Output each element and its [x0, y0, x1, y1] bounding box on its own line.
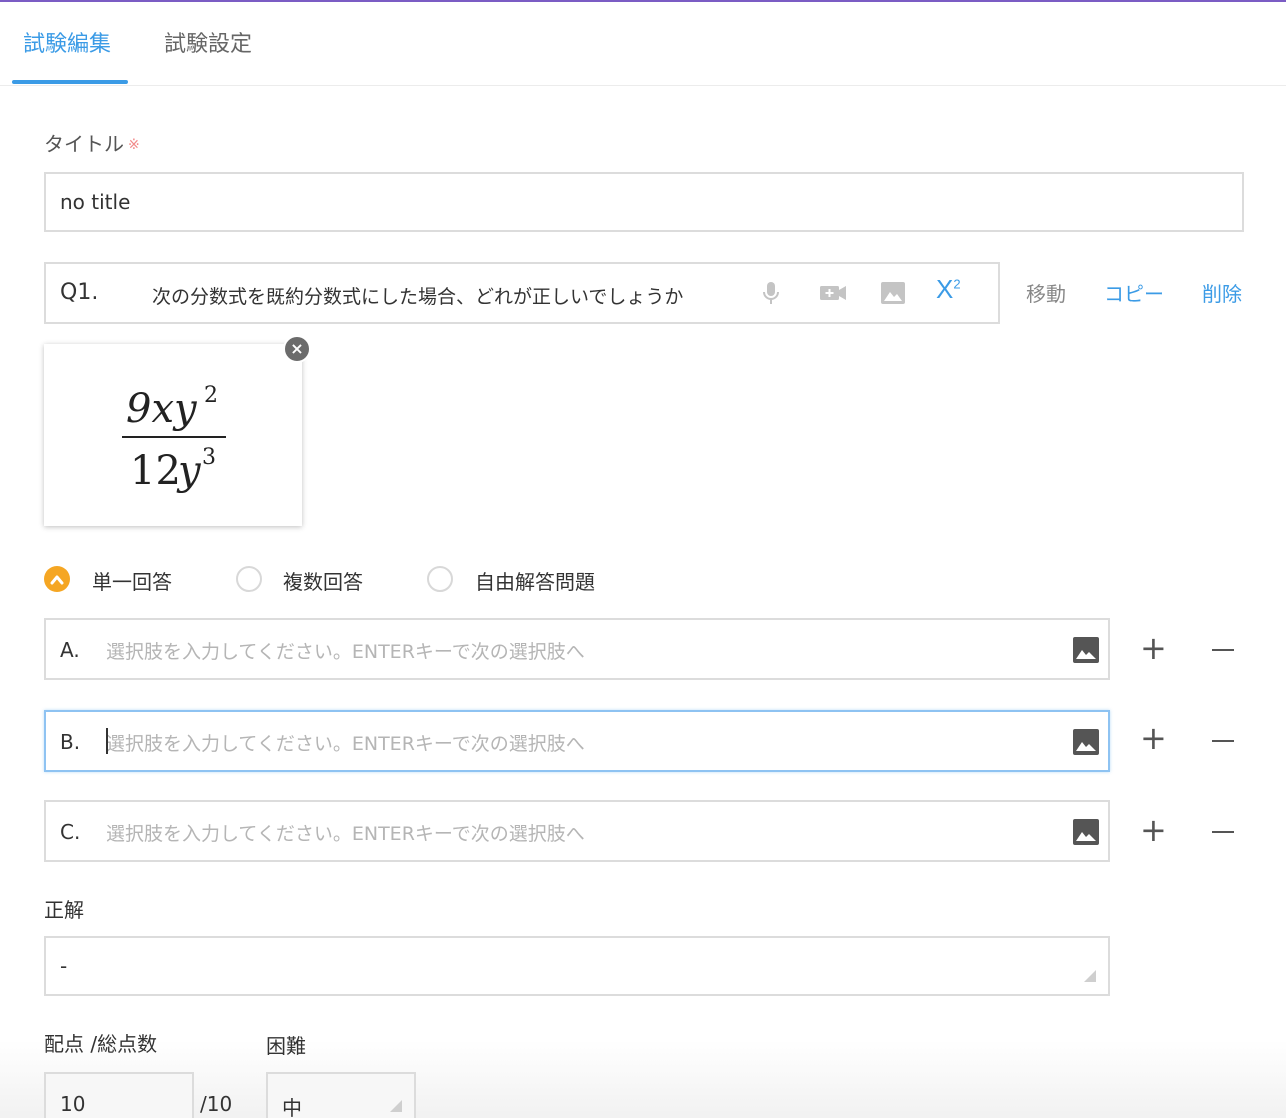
title-input[interactable]: no title: [44, 172, 1244, 232]
dropdown-corner-icon: [390, 1100, 402, 1112]
tab-bar: 試験編集 試験設定: [0, 2, 1286, 86]
option-placeholder: 選択肢を入力してください。ENTERキーで次の選択肢へ: [106, 733, 585, 755]
difficulty-label: 困難: [266, 1034, 306, 1058]
option-placeholder: 選択肢を入力してください。ENTERキーで次の選択肢へ: [106, 823, 585, 845]
option-letter: A.: [60, 638, 80, 662]
option-input-b[interactable]: B. 選択肢を入力してください。ENTERキーで次の選択肢へ: [44, 710, 1110, 772]
dropdown-corner-icon: [1084, 970, 1096, 982]
radio-label-single[interactable]: 単一回答: [92, 566, 172, 595]
option-input-a[interactable]: A. 選択肢を入力してください。ENTERキーで次の選択肢へ: [44, 618, 1110, 680]
add-option-button[interactable]: +: [1140, 814, 1167, 846]
radio-label-free[interactable]: 自由解答問題: [475, 566, 595, 595]
question-text[interactable]: 次の分数式を既約分数式にした場合、どれが正しいでしょうか: [152, 282, 748, 309]
option-input-c[interactable]: C. 選択肢を入力してください。ENTERキーで次の選択肢へ: [44, 800, 1110, 862]
delete-button[interactable]: 削除: [1202, 278, 1242, 307]
svg-text:12: 12: [130, 448, 181, 494]
video-icon[interactable]: [818, 278, 848, 308]
required-mark: ※: [128, 137, 140, 153]
remove-option-button[interactable]: [1212, 740, 1234, 742]
microphone-icon[interactable]: [756, 278, 786, 308]
title-label-text: タイトル: [44, 132, 124, 156]
image-icon[interactable]: [1072, 818, 1100, 846]
superscript-icon[interactable]: X2: [936, 274, 961, 305]
difficulty-value: 中: [282, 1096, 302, 1118]
score-total: /10: [200, 1092, 233, 1116]
score-input[interactable]: 10: [44, 1072, 194, 1118]
correct-answer-value: -: [60, 954, 68, 978]
correct-answer-select[interactable]: -: [44, 936, 1110, 996]
remove-option-button[interactable]: [1212, 649, 1234, 651]
difficulty-select[interactable]: 中: [266, 1072, 416, 1118]
svg-text:y: y: [176, 448, 202, 494]
question-input[interactable]: Q1. 次の分数式を既約分数式にした場合、どれが正しいでしょうか X2: [44, 262, 1000, 324]
radio-single-answer[interactable]: [44, 566, 70, 592]
image-icon[interactable]: [878, 278, 908, 308]
image-icon[interactable]: [1072, 728, 1100, 756]
question-image: 9xy 2 12 y 3: [44, 344, 302, 526]
remove-image-button[interactable]: ×: [283, 335, 311, 363]
active-tab-indicator: [12, 80, 128, 84]
option-letter: C.: [60, 820, 81, 844]
copy-button[interactable]: コピー: [1104, 278, 1164, 307]
radio-label-multiple[interactable]: 複数回答: [283, 566, 363, 595]
score-label: 配点 /総点数: [44, 1032, 158, 1056]
correct-answer-label: 正解: [44, 898, 84, 922]
radio-multiple-answer[interactable]: [236, 566, 262, 592]
question-number: Q1.: [60, 280, 99, 305]
svg-text:3: 3: [202, 445, 216, 470]
checkmark-icon: [50, 575, 64, 585]
add-option-button[interactable]: +: [1140, 632, 1167, 664]
svg-text:2: 2: [204, 383, 218, 408]
option-letter: B.: [60, 730, 81, 754]
svg-text:9xy: 9xy: [126, 386, 198, 432]
text-caret: [106, 728, 108, 754]
title-label: タイトル ※: [44, 128, 140, 157]
radio-free-answer[interactable]: [427, 566, 453, 592]
option-placeholder: 選択肢を入力してください。ENTERキーで次の選択肢へ: [106, 641, 585, 663]
fraction-image: 9xy 2 12 y 3: [122, 383, 226, 494]
add-option-button[interactable]: +: [1140, 722, 1167, 754]
image-icon[interactable]: [1072, 636, 1100, 664]
tab-exam-settings[interactable]: 試験設定: [164, 26, 252, 58]
tab-exam-edit[interactable]: 試験編集: [23, 26, 111, 58]
move-button[interactable]: 移動: [1026, 278, 1066, 307]
remove-option-button[interactable]: [1212, 831, 1234, 833]
